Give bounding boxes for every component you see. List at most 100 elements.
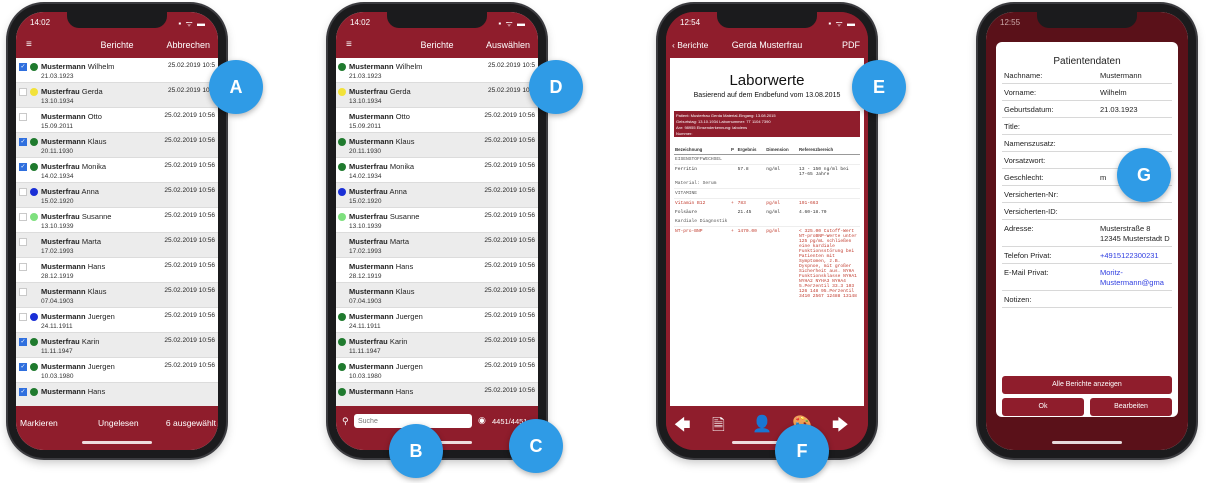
report-date: 25.02.2019 10:56 (484, 287, 535, 294)
patient-field: Title: (1002, 118, 1172, 135)
report-date: 25.02.2019 10:56 (164, 187, 215, 194)
list-item[interactable]: Mustermann Hans 25.02.2019 10:56 (336, 383, 538, 408)
list-item[interactable]: Musterfrau Monika 14.02.1934 25.02.2019 10… (336, 158, 538, 183)
patient-field: E-Mail Privat: Moritz- Mustermann@gma (1002, 264, 1172, 291)
badge-f: F (775, 424, 829, 478)
table-row: Folsäure 21.45 ng/ml 4.60-18.70 (674, 208, 860, 217)
table-row: Kardiale Diagnostik (674, 217, 860, 227)
list-item[interactable]: Musterfrau Susanne 13.10.1939 25.02.2019 1… (16, 208, 218, 233)
list-item[interactable]: Musterfrau Anna 15.02.1920 25.02.2019 10:5… (336, 183, 538, 208)
row-checkbox[interactable]: ✓ (19, 338, 27, 346)
table-cell: < 325.00 Cutoff-Wert NT-proBNP-Werte unt… (799, 229, 857, 299)
list-item[interactable]: Mustermann Hans 28.12.1919 25.02.2019 10:5… (16, 258, 218, 283)
row-checkbox[interactable] (19, 238, 27, 246)
list-item[interactable]: Mustermann Hans 28.12.1919 25.02.2019 10:5… (336, 258, 538, 283)
show-all-reports-button[interactable]: Alle Berichte anzeigen (1002, 376, 1172, 394)
table-cell (765, 217, 798, 227)
list-item[interactable]: ✓ Mustermann Wilhelm 21.03.1923 25.02.2019 … (16, 58, 218, 83)
patient-name: Musterfrau Susanne (41, 212, 112, 221)
row-checkbox[interactable]: ✓ (19, 138, 27, 146)
arrow-right-icon[interactable]: 🡆 (832, 414, 849, 441)
notch (1037, 12, 1137, 28)
list-item[interactable]: Mustermann Klaus 07.04.1903 25.02.2019 10:… (336, 283, 538, 308)
field-label: Nachname: (1004, 71, 1043, 80)
list-item[interactable]: Musterfrau Marta 17.02.1993 25.02.2019 10:… (16, 233, 218, 258)
list-item[interactable]: Musterfrau Karin 11.11.1947 25.02.2019 10:… (336, 333, 538, 358)
list-item[interactable]: Musterfrau Marta 17.02.1993 25.02.2019 10:… (336, 233, 538, 258)
badge-a: A (209, 60, 263, 114)
patient-name: Musterfrau Karin (41, 337, 100, 346)
list-item[interactable]: Mustermann Otto 15.09.2011 25.02.2019 10:5… (336, 108, 538, 133)
document-icon[interactable]: 🗎 (712, 414, 725, 441)
cancel-button[interactable]: Abbrechen (166, 40, 210, 50)
row-checkbox[interactable] (19, 313, 27, 321)
field-label: Vorname: (1004, 88, 1037, 97)
status-dot-icon (30, 188, 38, 196)
list-item[interactable]: Mustermann Klaus 07.04.1903 25.02.2019 10:… (16, 283, 218, 308)
list-item[interactable]: Mustermann Juergen 24.11.1911 25.02.2019 1… (16, 308, 218, 333)
list-item[interactable]: Musterfrau Gerda 13.10.1934 25.02.2019 10:… (16, 83, 218, 108)
report-date: 25.02.2019 10:56 (484, 187, 535, 194)
patient-field: Notizen: (1002, 291, 1172, 308)
unread-button[interactable]: Ungelesen (98, 418, 139, 428)
home-indicator (1052, 441, 1122, 444)
list-item[interactable]: Musterfrau Anna 15.02.1920 25.02.2019 10:5… (16, 183, 218, 208)
list-item[interactable]: Musterfrau Susanne 13.10.1939 25.02.2019 1… (336, 208, 538, 233)
birth-date: 24.11.1911 (349, 323, 381, 330)
select-button[interactable]: Auswählen (486, 40, 530, 50)
mark-button[interactable]: Markieren (20, 418, 58, 428)
row-checkbox[interactable]: ✓ (19, 388, 27, 396)
row-checkbox[interactable] (19, 88, 27, 96)
list-item[interactable]: ✓ Mustermann Klaus 20.11.1930 25.02.2019 10… (16, 133, 218, 158)
patient-name: Mustermann Hans (349, 387, 414, 396)
row-checkbox[interactable]: ✓ (19, 163, 27, 171)
row-checkbox[interactable]: ✓ (19, 363, 27, 371)
list-item[interactable]: Mustermann Juergen 10.03.1980 25.02.2019 1… (336, 358, 538, 383)
person-icon[interactable]: 👤 (752, 414, 772, 434)
birth-date: 11.11.1947 (349, 348, 381, 355)
table-cell: NT-pro-BNP (675, 229, 703, 234)
table-row: Material: Serum (674, 179, 860, 189)
eye-icon[interactable]: ◉ (478, 415, 486, 426)
row-checkbox[interactable] (19, 113, 27, 121)
row-checkbox[interactable]: ✓ (19, 63, 27, 71)
list-item[interactable]: Musterfrau Gerda 13.10.1934 25.02.2019 10:… (336, 83, 538, 108)
list-item[interactable]: ✓ Mustermann Hans (16, 383, 218, 408)
table-cell: Vitamin B12 (675, 201, 706, 206)
field-label: Title: (1004, 122, 1020, 131)
table-row: NT-pro-BNP +1470.00 pg/ml < 325.00 Cutoff-W… (674, 227, 860, 302)
field-label: Geschlecht: (1004, 173, 1044, 182)
birth-date: 13.10.1934 (349, 98, 382, 105)
birth-date: 07.04.1903 (349, 298, 382, 305)
screen-reports-select: ≡ Berichte Abbrechen 14:02 ▪ ᯤ ▬ ✓ Muster… (16, 12, 218, 450)
table-row: Ferritin 57.8 ng/ml 13 - 150 ng/ml bei 17-6… (674, 165, 860, 180)
field-label: Versicherten-Nr: (1004, 190, 1059, 199)
pdf-button[interactable]: PDF (842, 40, 860, 50)
row-checkbox[interactable] (19, 263, 27, 271)
status-dot-icon (338, 63, 346, 71)
ok-button[interactable]: Ok (1002, 398, 1084, 416)
list-item[interactable]: ✓ Musterfrau Karin 11.11.1947 25.02.2019 10… (16, 333, 218, 358)
row-checkbox[interactable] (19, 188, 27, 196)
report-date: 25.02.2019 10:56 (484, 212, 535, 219)
field-value[interactable]: Moritz- (1100, 268, 1123, 277)
list-item[interactable]: ✓ Mustermann Juergen 10.03.1980 25.02.2019 … (16, 358, 218, 383)
field-value[interactable]: +4915122300231 (1100, 251, 1159, 260)
list-item[interactable]: ✓ Musterfrau Monika 14.02.1934 25.02.2019 1… (16, 158, 218, 183)
table-row: EISENSTOFFWECHSEL (674, 154, 860, 165)
field-value-line2[interactable]: Mustermann@gma (1100, 278, 1164, 287)
edit-button[interactable]: Bearbeiten (1090, 398, 1172, 416)
table-cell (798, 217, 860, 227)
arrow-left-icon[interactable]: 🡄 (674, 414, 691, 441)
row-checkbox[interactable] (19, 213, 27, 221)
list-item[interactable]: Mustermann Wilhelm 21.03.1923 25.02.2019 1… (336, 58, 538, 83)
field-value: Mustermann (1100, 71, 1142, 80)
list-item[interactable]: Mustermann Otto 15.09.2011 25.02.2019 10:5… (16, 108, 218, 133)
table-cell: ng/ml (766, 167, 780, 172)
row-checkbox[interactable] (19, 288, 27, 296)
list-item[interactable]: Mustermann Juergen 24.11.1911 25.02.2019 1… (336, 308, 538, 333)
field-value: Musterstraße 8 (1100, 224, 1151, 233)
list-item[interactable]: Mustermann Klaus 20.11.1930 25.02.2019 10:… (336, 133, 538, 158)
table-cell: pg/ml (766, 201, 780, 206)
table-header: Referenzbereich (798, 145, 860, 155)
